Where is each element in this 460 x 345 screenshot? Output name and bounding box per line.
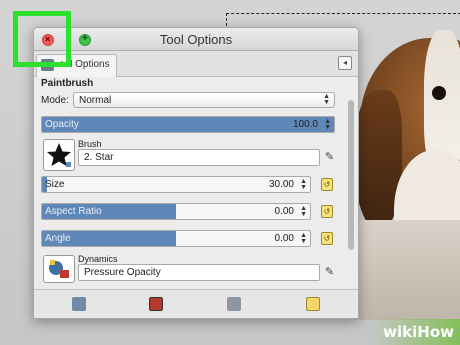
angle-slider[interactable]: Angle 0.00 ▲ ▼	[41, 230, 311, 247]
spin-icon[interactable]: ▲ ▼	[300, 178, 307, 191]
tab-menu-button[interactable]: ◂	[338, 56, 352, 70]
aspect-ratio-value: 0.00	[274, 206, 294, 217]
tool-name: Paintbrush	[41, 78, 94, 89]
opacity-value: 100.0	[292, 119, 318, 130]
star-icon	[47, 143, 71, 167]
pencil-icon: ✎	[324, 266, 335, 278]
mode-value: Normal	[79, 95, 112, 106]
window-title: Tool Options	[159, 32, 233, 47]
spin-icon[interactable]: ▲ ▼	[300, 205, 307, 218]
reset-icon: ↺	[323, 180, 331, 189]
opacity-slider[interactable]: Opacity 100.0 ▲ ▼	[41, 116, 335, 133]
watermark: wikiHow	[383, 323, 454, 341]
dynamics-preview[interactable]	[43, 255, 75, 283]
reset-options-icon[interactable]	[306, 297, 320, 311]
angle-label: Angle	[45, 233, 71, 244]
angle-value: 0.00	[274, 233, 294, 244]
dynamics-field[interactable]: Pressure Opacity	[78, 264, 320, 281]
spin-icon[interactable]: ▲ ▼	[300, 232, 307, 245]
brush-field[interactable]: 2. Star	[78, 149, 320, 166]
brush-label: Brush	[78, 139, 102, 149]
reset-aspect-ratio-button[interactable]: ↺	[321, 205, 333, 218]
reset-size-button[interactable]: ↺	[321, 178, 333, 191]
aspect-ratio-label: Aspect Ratio	[45, 206, 102, 217]
tab-bar: ool Options ◂	[34, 51, 358, 77]
highlight-box	[13, 11, 71, 67]
dog-photo	[354, 20, 460, 320]
size-slider[interactable]: Size 30.00 ▲ ▼	[41, 176, 311, 193]
bottom-toolbar	[34, 289, 358, 318]
mode-select[interactable]: Normal ▲ ▼	[73, 92, 335, 108]
reset-icon: ↺	[323, 234, 331, 243]
aspect-ratio-slider[interactable]: Aspect Ratio 0.00 ▲ ▼	[41, 203, 311, 220]
opacity-label: Opacity	[45, 119, 79, 130]
reset-icon: ↺	[323, 207, 331, 216]
mode-label: Mode:	[41, 95, 69, 106]
restore-options-icon[interactable]	[149, 297, 163, 311]
edit-brush-button[interactable]: ✎	[323, 151, 336, 164]
edit-dynamics-button[interactable]: ✎	[323, 266, 336, 279]
size-label: Size	[45, 179, 65, 190]
updown-icon: ▲ ▼	[323, 93, 330, 106]
spin-icon[interactable]: ▲ ▼	[324, 118, 331, 131]
dynamics-icon	[49, 260, 69, 278]
save-options-icon[interactable]	[72, 297, 86, 311]
scrollbar[interactable]	[348, 100, 354, 250]
reset-angle-button[interactable]: ↺	[321, 232, 333, 245]
pencil-icon: ✎	[324, 151, 335, 163]
opacity-fill	[42, 117, 334, 132]
dynamics-label: Dynamics	[78, 254, 118, 264]
brush-preview[interactable]	[43, 139, 75, 171]
size-value: 30.00	[268, 179, 294, 190]
tool-options-window: × + Tool Options ool Options ◂ Paintbrus…	[33, 27, 359, 319]
delete-options-icon[interactable]	[227, 297, 241, 311]
title-bar[interactable]: × + Tool Options	[34, 28, 358, 51]
